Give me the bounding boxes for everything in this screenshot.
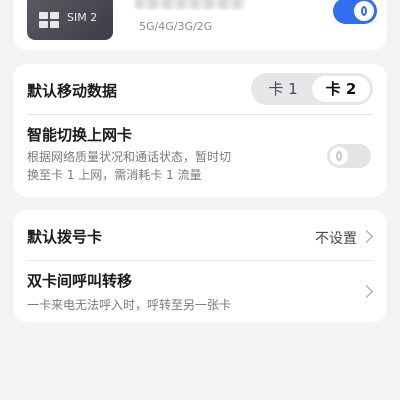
sim2-card: SIM 2 5G/4G/3G/2G bbox=[13, 0, 387, 50]
call-forwarding-description: 一卡来电无法呼入时，呼转至另一张卡 bbox=[27, 298, 232, 312]
smart-switch-toggle[interactable] bbox=[327, 144, 371, 168]
smart-switch-description: 根据网络质量状况和通话状态，暂时切 换至卡 1 上网，需消耗卡 1 流量 bbox=[27, 148, 317, 184]
call-forwarding-title: 双卡间呼叫转移 bbox=[27, 272, 133, 290]
smart-switch-title: 智能切换上网卡 bbox=[27, 126, 133, 144]
sim-card-icon: SIM 2 bbox=[27, 0, 113, 40]
default-dial-value: 不设置 bbox=[315, 231, 357, 247]
toggle-knob bbox=[354, 1, 374, 21]
default-dial-title: 默认拨号卡 bbox=[27, 228, 103, 246]
divider bbox=[27, 114, 373, 115]
chevron-right-icon bbox=[360, 285, 373, 298]
smart-switch-description-line2: 换至卡 1 上网，需消耗卡 1 流量 bbox=[27, 168, 202, 182]
blurred-phone-number bbox=[135, 0, 245, 9]
sim-contacts-icon bbox=[39, 12, 59, 28]
mobile-data-card-selector[interactable]: 卡 1 卡 2 bbox=[251, 73, 373, 105]
data-settings-card: 默认移动数据 卡 1 卡 2 智能切换上网卡 根据网络质量状况和通话状态，暂时切… bbox=[13, 64, 387, 197]
sim2-enable-toggle[interactable] bbox=[333, 0, 377, 24]
call-settings-card: 默认拨号卡 不设置 双卡间呼叫转移 一卡来电无法呼入时，呼转至另一张卡 bbox=[13, 210, 387, 322]
default-mobile-data-title: 默认移动数据 bbox=[27, 82, 118, 100]
card1-option[interactable]: 卡 1 bbox=[254, 76, 312, 102]
divider bbox=[27, 260, 373, 261]
toggle-knob bbox=[330, 147, 348, 165]
sim-chip-label: SIM 2 bbox=[67, 11, 98, 24]
chevron-right-icon bbox=[360, 230, 373, 243]
network-types-label: 5G/4G/3G/2G bbox=[139, 20, 213, 33]
card2-option[interactable]: 卡 2 bbox=[312, 76, 370, 102]
smart-switch-description-line1: 根据网络质量状况和通话状态，暂时切 bbox=[27, 150, 232, 164]
